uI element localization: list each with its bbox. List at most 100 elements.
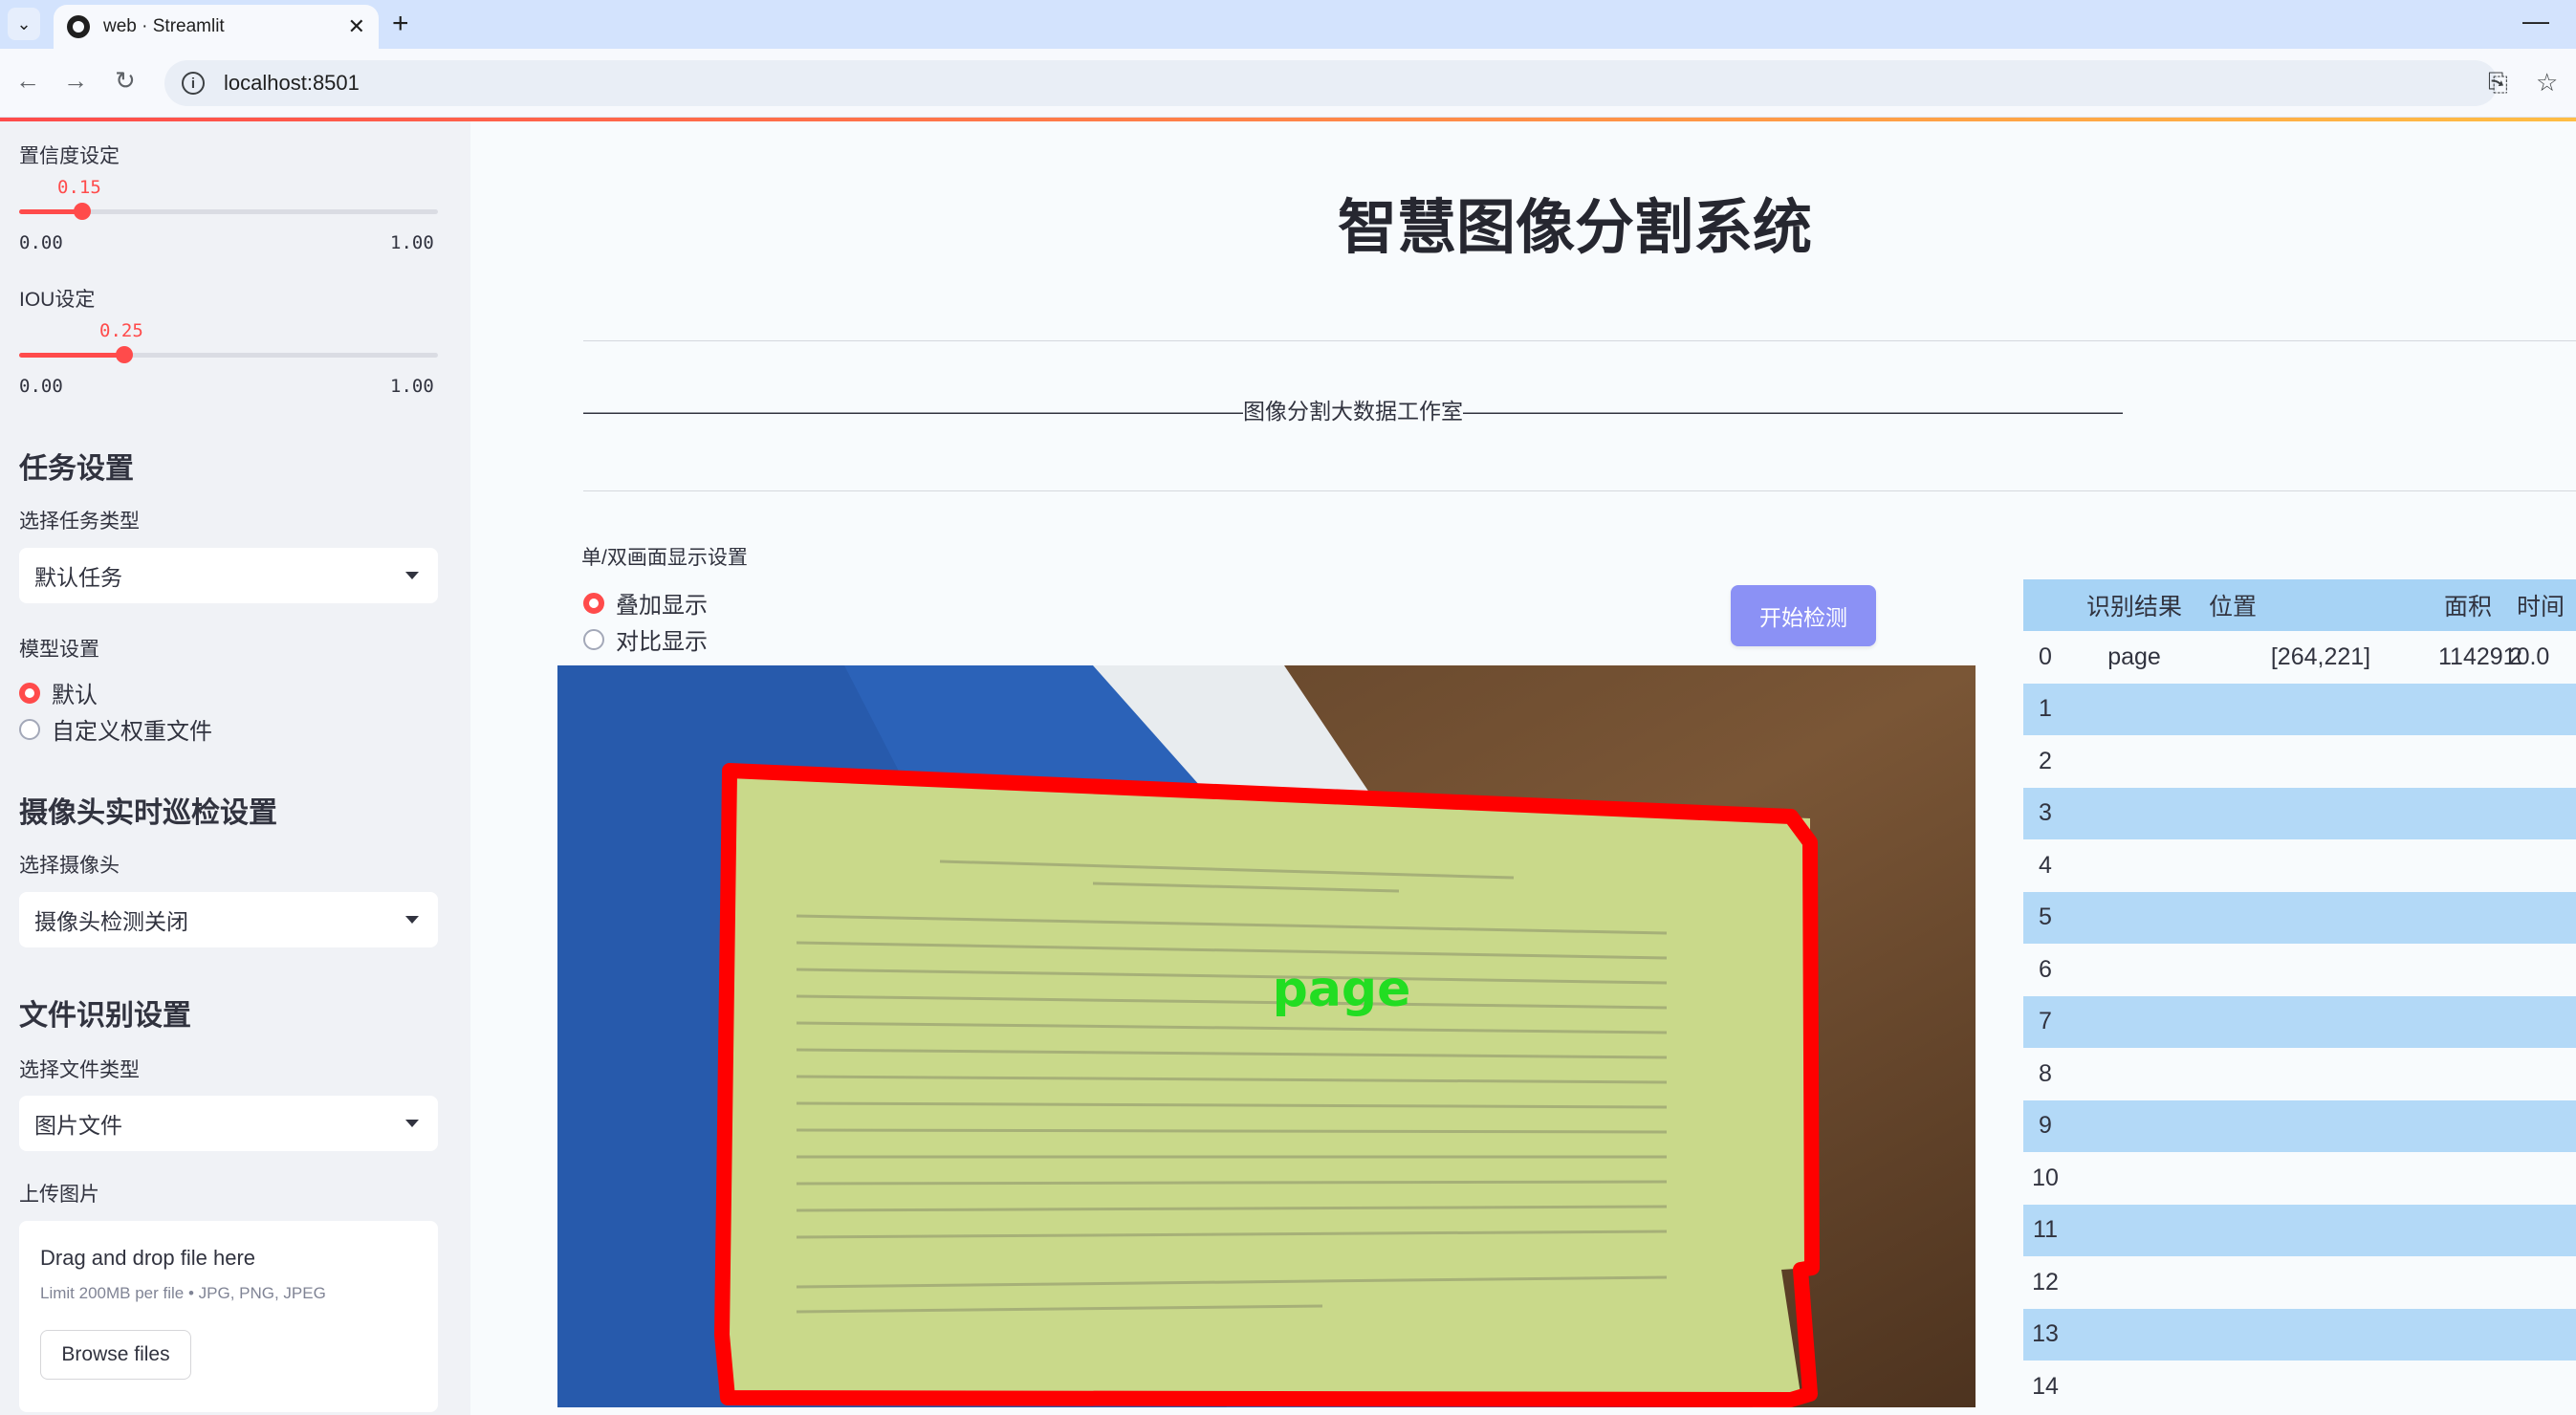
area-cell bbox=[2434, 996, 2503, 1048]
row-index-cell: 3 bbox=[2039, 799, 2052, 826]
row-index-cell: 5 bbox=[2039, 903, 2052, 930]
sidebar: 置信度设定 0.15 0.00 1.00 IOU设定 0.25 0.00 1.0… bbox=[0, 121, 470, 1415]
position-cell bbox=[2201, 1152, 2440, 1204]
table-row[interactable]: 8 bbox=[2023, 1048, 2576, 1099]
reload-icon[interactable]: ↻ bbox=[115, 66, 136, 96]
position-cell: [264,221] bbox=[2270, 642, 2371, 670]
column-header[interactable]: 面积 bbox=[2434, 579, 2503, 631]
site-info-icon[interactable]: i bbox=[182, 72, 205, 95]
radio-unchecked-icon[interactable] bbox=[583, 628, 604, 650]
confidence-slider[interactable] bbox=[19, 203, 438, 220]
row-index-cell: 13 bbox=[2032, 1320, 2059, 1347]
detection-label: page bbox=[1273, 961, 1411, 1018]
table-row[interactable]: 10 bbox=[2023, 1152, 2576, 1204]
new-tab-plus-icon[interactable]: + bbox=[392, 8, 409, 40]
table-row[interactable]: 5 bbox=[2023, 891, 2576, 944]
result-cell bbox=[2067, 1100, 2201, 1152]
file-type-select[interactable]: 图片文件 bbox=[19, 1096, 438, 1151]
upload-label: 上传图片 bbox=[19, 1184, 99, 1206]
area-cell bbox=[2434, 1152, 2503, 1204]
header-index-cell bbox=[2023, 579, 2067, 631]
row-index-cell: 12 bbox=[2032, 1268, 2059, 1295]
time-cell bbox=[2509, 1205, 2576, 1256]
result-cell bbox=[2067, 1361, 2201, 1412]
task-type-value: 默认任务 bbox=[34, 565, 122, 590]
forward-arrow-icon[interactable]: → bbox=[63, 66, 88, 96]
bookmark-star-icon[interactable]: ☆ bbox=[2536, 68, 2558, 98]
streamlit-app: 置信度设定 0.15 0.00 1.00 IOU设定 0.25 0.00 1.0… bbox=[0, 118, 2576, 1415]
table-row[interactable]: 7 bbox=[2023, 995, 2576, 1048]
model-settings-label: 模型设置 bbox=[19, 639, 99, 661]
browse-files-button[interactable]: Browse files bbox=[40, 1330, 191, 1380]
tab-search-chevron-icon[interactable]: ⌄ bbox=[8, 8, 40, 40]
table-row[interactable]: 4 bbox=[2023, 839, 2576, 891]
time-cell bbox=[2509, 839, 2576, 891]
result-cell bbox=[2067, 1048, 2201, 1099]
confidence-max: 1.00 bbox=[390, 232, 434, 253]
table-row[interactable]: 2 bbox=[2023, 735, 2576, 787]
position-cell bbox=[2201, 735, 2440, 787]
column-header[interactable]: 位置 bbox=[2201, 579, 2440, 631]
row-index-cell: 0 bbox=[2039, 642, 2052, 670]
column-header[interactable]: 识别结果 bbox=[2067, 579, 2201, 631]
area-cell bbox=[2434, 788, 2503, 839]
row-index-cell: 6 bbox=[2039, 955, 2052, 983]
back-arrow-icon[interactable]: ← bbox=[15, 66, 40, 96]
table-row[interactable]: 1 bbox=[2023, 683, 2576, 735]
model-option-label: 默认 bbox=[52, 683, 98, 708]
table-row[interactable]: 0 page [264,221] 1142910.0 2 bbox=[2023, 631, 2576, 683]
window-minimize-icon[interactable]: — bbox=[2522, 6, 2549, 36]
position-cell bbox=[2201, 996, 2440, 1048]
model-option-default[interactable]: 默认 bbox=[19, 676, 98, 709]
display-option-overlay[interactable]: 叠加显示 bbox=[583, 586, 708, 620]
result-cell bbox=[2067, 1256, 2201, 1308]
row-index-cell: 1 bbox=[2039, 695, 2052, 722]
radio-checked-icon[interactable] bbox=[583, 592, 604, 614]
iou-slider-thumb[interactable] bbox=[116, 346, 133, 363]
confidence-slider-thumb[interactable] bbox=[74, 203, 91, 220]
iou-slider-fill bbox=[19, 353, 124, 358]
area-cell bbox=[2434, 1309, 2503, 1361]
start-detection-button[interactable]: 开始检测 bbox=[1731, 585, 1876, 646]
radio-unchecked-icon[interactable] bbox=[19, 718, 40, 740]
row-index-cell: 14 bbox=[2032, 1372, 2059, 1400]
row-index-cell: 9 bbox=[2039, 1112, 2052, 1139]
file-settings-header: 文件识别设置 bbox=[19, 1000, 191, 1032]
divider bbox=[583, 490, 2576, 491]
streamlit-favicon-icon bbox=[67, 15, 90, 38]
file-type-label: 选择文件类型 bbox=[19, 1059, 140, 1081]
browser-tab[interactable]: web · Streamlit ✕ bbox=[54, 5, 379, 49]
camera-select-value: 摄像头检测关闭 bbox=[34, 909, 188, 934]
address-bar[interactable]: i localhost:8501 bbox=[164, 60, 2498, 106]
table-row[interactable]: 14 bbox=[2023, 1361, 2576, 1412]
task-type-select[interactable]: 默认任务 bbox=[19, 548, 438, 603]
table-row[interactable]: 11 bbox=[2023, 1204, 2576, 1256]
file-dropzone[interactable]: Drag and drop file here Limit 200MB per … bbox=[19, 1221, 438, 1412]
result-cell bbox=[2067, 1205, 2201, 1256]
table-row[interactable]: 3 bbox=[2023, 787, 2576, 839]
translate-icon[interactable]: ⎘ bbox=[2488, 68, 2508, 98]
model-option-custom[interactable]: 自定义权重文件 bbox=[19, 712, 212, 746]
table-row[interactable]: 9 bbox=[2023, 1099, 2576, 1152]
table-row[interactable]: 13 bbox=[2023, 1308, 2576, 1361]
camera-select-label: 选择摄像头 bbox=[19, 855, 120, 877]
time-cell bbox=[2509, 944, 2576, 995]
radio-checked-icon[interactable] bbox=[19, 682, 40, 704]
row-index-cell: 7 bbox=[2039, 1008, 2052, 1034]
camera-settings-header: 摄像头实时巡检设置 bbox=[19, 797, 277, 829]
file-type-value: 图片文件 bbox=[34, 1113, 122, 1138]
tab-close-icon[interactable]: ✕ bbox=[348, 14, 365, 39]
camera-select[interactable]: 摄像头检测关闭 bbox=[19, 892, 438, 947]
display-option-compare[interactable]: 对比显示 bbox=[583, 622, 708, 656]
time-cell bbox=[2509, 892, 2576, 944]
table-row[interactable]: 12 bbox=[2023, 1256, 2576, 1308]
area-cell bbox=[2434, 735, 2503, 787]
confidence-label: 置信度设定 bbox=[19, 145, 120, 167]
result-cell bbox=[2067, 944, 2201, 995]
display-option-label: 叠加显示 bbox=[616, 593, 708, 619]
area-cell bbox=[2434, 684, 2503, 735]
column-header[interactable]: 时间 bbox=[2509, 579, 2576, 631]
table-row[interactable]: 6 bbox=[2023, 944, 2576, 995]
iou-slider[interactable] bbox=[19, 346, 438, 363]
position-cell bbox=[2201, 892, 2440, 944]
